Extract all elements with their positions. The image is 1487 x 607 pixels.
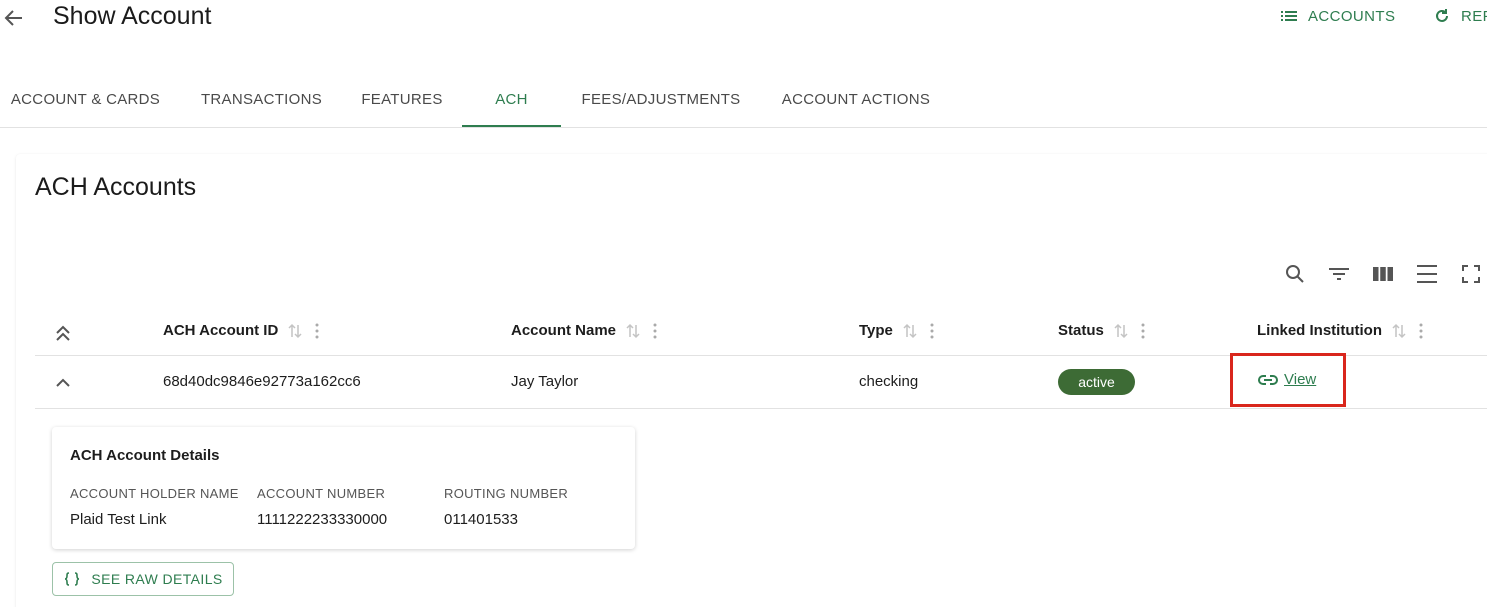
filter-button[interactable] bbox=[1327, 262, 1351, 286]
tab-fees-adjustments[interactable]: FEES/ADJUSTMENTS bbox=[570, 72, 752, 127]
account-number-label: ACCOUNT NUMBER bbox=[257, 486, 386, 501]
column-menu-icon[interactable] bbox=[652, 322, 658, 340]
highlight-box bbox=[1230, 353, 1346, 407]
tab-transactions[interactable]: TRANSACTIONS bbox=[181, 72, 342, 127]
column-header-label: ACH Account ID bbox=[163, 322, 279, 339]
routing-number-label: ROUTING NUMBER bbox=[444, 486, 569, 501]
density-button[interactable] bbox=[1415, 262, 1439, 286]
column-header-status[interactable]: Status bbox=[1058, 320, 1146, 342]
routing-number-value: 011401533 bbox=[444, 511, 518, 528]
accounts-button[interactable]: ACCOUNTS bbox=[1280, 7, 1395, 25]
refresh-icon bbox=[1436, 9, 1448, 22]
status-badge: active bbox=[1058, 369, 1135, 395]
sort-icon[interactable] bbox=[901, 322, 919, 340]
chevron-up-icon bbox=[56, 378, 70, 387]
refresh-button[interactable]: REF bbox=[1433, 7, 1487, 25]
sort-icon[interactable] bbox=[1112, 322, 1130, 340]
back-button[interactable] bbox=[2, 6, 26, 30]
card-title: ACH Accounts bbox=[35, 173, 197, 201]
column-header-ach-account-id[interactable]: ACH Account ID bbox=[163, 320, 320, 342]
column-header-label: Account Name bbox=[511, 322, 617, 339]
see-raw-details-label: SEE RAW DETAILS bbox=[91, 571, 223, 587]
list-icon bbox=[1281, 11, 1297, 21]
column-header-linked-institution[interactable]: Linked Institution bbox=[1257, 320, 1424, 342]
row-divider bbox=[35, 408, 1487, 409]
accounts-button-label: ACCOUNTS bbox=[1308, 7, 1396, 25]
collapse-all-button[interactable] bbox=[53, 322, 73, 344]
tab-ach[interactable]: ACH bbox=[462, 72, 561, 127]
column-menu-icon[interactable] bbox=[314, 322, 320, 340]
column-header-label: Linked Institution bbox=[1257, 322, 1382, 339]
code-braces-icon bbox=[65, 572, 80, 586]
columns-icon bbox=[1373, 267, 1393, 281]
arrow-left-icon bbox=[4, 10, 22, 26]
fullscreen-icon bbox=[1462, 265, 1480, 283]
column-header-label: Type bbox=[859, 322, 893, 339]
cell-type: checking bbox=[859, 373, 919, 390]
tab-bar: ACCOUNT & CARDS TRANSACTIONS FEATURES AC… bbox=[0, 72, 1487, 128]
see-raw-details-button[interactable]: SEE RAW DETAILS bbox=[52, 562, 234, 596]
search-icon bbox=[1286, 265, 1304, 283]
double-chevron-up-icon bbox=[56, 325, 70, 341]
column-header-account-name[interactable]: Account Name bbox=[511, 320, 658, 342]
search-button[interactable] bbox=[1283, 262, 1307, 286]
column-menu-icon[interactable] bbox=[1140, 322, 1146, 340]
cell-account-name: Jay Taylor bbox=[511, 373, 579, 390]
tab-account-cards[interactable]: ACCOUNT & CARDS bbox=[0, 72, 171, 127]
tab-features[interactable]: FEATURES bbox=[352, 72, 452, 127]
density-icon bbox=[1417, 265, 1437, 283]
row-collapse-button[interactable] bbox=[53, 371, 73, 393]
account-holder-name-value: Plaid Test Link bbox=[70, 511, 167, 528]
sort-icon[interactable] bbox=[624, 322, 642, 340]
account-holder-name-label: ACCOUNT HOLDER NAME bbox=[70, 486, 239, 501]
filter-icon bbox=[1329, 268, 1349, 280]
sort-icon[interactable] bbox=[1390, 322, 1408, 340]
column-menu-icon[interactable] bbox=[1418, 322, 1424, 340]
details-title: ACH Account Details bbox=[70, 447, 220, 464]
columns-button[interactable] bbox=[1371, 262, 1395, 286]
tab-account-actions[interactable]: ACCOUNT ACTIONS bbox=[770, 72, 942, 127]
account-number-value: 1111222233330000 bbox=[257, 511, 388, 528]
column-header-label: Status bbox=[1058, 322, 1104, 339]
active-tab-indicator bbox=[462, 125, 561, 127]
column-menu-icon[interactable] bbox=[929, 322, 935, 340]
page-title: Show Account bbox=[53, 2, 212, 30]
column-header-type[interactable]: Type bbox=[859, 320, 935, 342]
fullscreen-button[interactable] bbox=[1459, 262, 1483, 286]
sort-icon[interactable] bbox=[286, 322, 304, 340]
cell-ach-account-id: 68d40dc9846e92773a162cc6 bbox=[163, 373, 361, 390]
refresh-button-label: REF bbox=[1461, 7, 1487, 25]
